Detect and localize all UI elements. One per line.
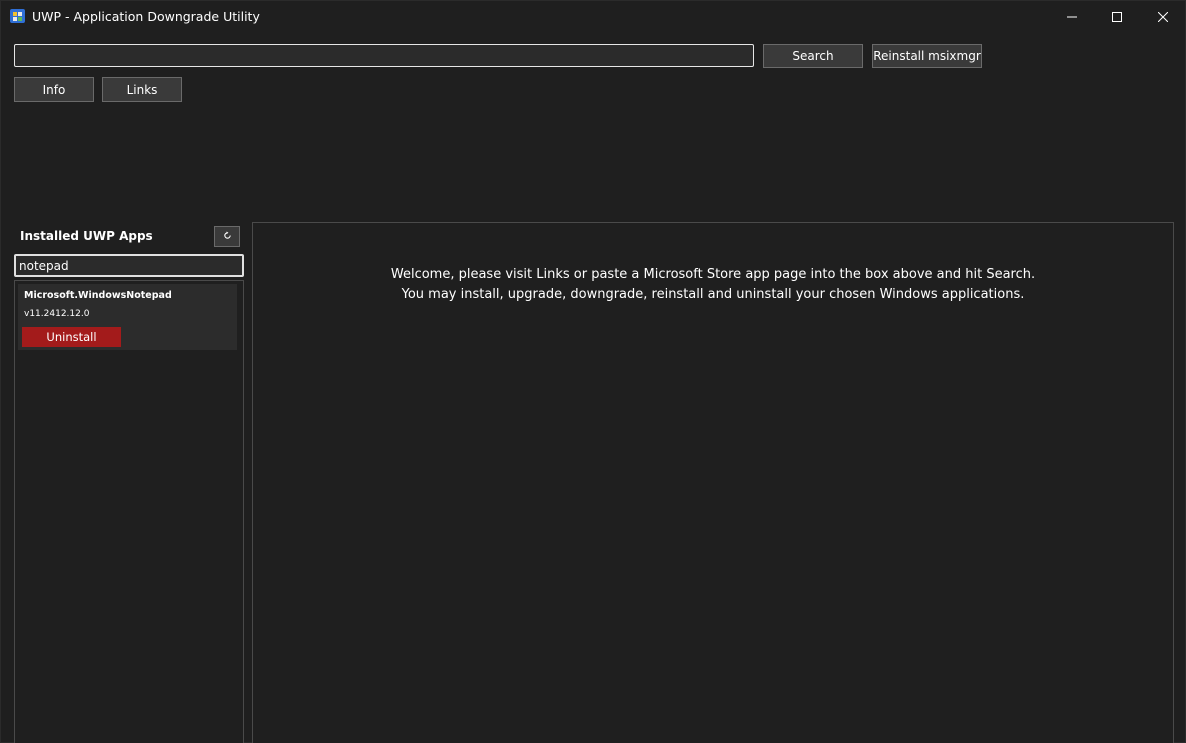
refresh-button[interactable] [214, 226, 240, 247]
installed-apps-panel: Installed UWP Apps Microsoft.WindowsNote… [14, 222, 244, 743]
welcome-message: Welcome, please visit Links or paste a M… [253, 265, 1173, 305]
app-icon [10, 8, 25, 24]
minimize-icon [1067, 12, 1077, 22]
uninstall-button[interactable]: Uninstall [22, 327, 121, 347]
window-title: UWP - Application Downgrade Utility [32, 9, 260, 24]
info-button[interactable]: Info [14, 77, 94, 102]
store-url-input[interactable] [14, 44, 754, 67]
list-item: Microsoft.WindowsNotepad v11.2412.12.0 U… [18, 284, 237, 350]
close-button[interactable] [1140, 1, 1186, 33]
close-icon [1158, 12, 1168, 22]
installed-app-list: Microsoft.WindowsNotepad v11.2412.12.0 U… [14, 280, 244, 743]
app-name: Microsoft.WindowsNotepad [24, 290, 172, 301]
maximize-button[interactable] [1094, 1, 1140, 33]
minimize-button[interactable] [1049, 1, 1095, 33]
installed-apps-title: Installed UWP Apps [20, 229, 153, 243]
app-window: UWP - Application Downgrade Utility Sear… [0, 0, 1186, 743]
refresh-icon [223, 230, 232, 243]
welcome-line-2: You may install, upgrade, downgrade, rei… [401, 287, 1025, 302]
maximize-icon [1112, 12, 1122, 22]
app-filter-input[interactable] [14, 254, 244, 277]
search-button[interactable]: Search [763, 44, 863, 68]
reinstall-msixmgr-button[interactable]: Reinstall msixmgr [872, 44, 982, 68]
main-content-panel: Welcome, please visit Links or paste a M… [252, 222, 1174, 743]
app-version: v11.2412.12.0 [24, 309, 90, 319]
title-bar: UWP - Application Downgrade Utility [1, 1, 1185, 33]
welcome-line-1: Welcome, please visit Links or paste a M… [390, 267, 1036, 282]
links-button[interactable]: Links [102, 77, 182, 102]
